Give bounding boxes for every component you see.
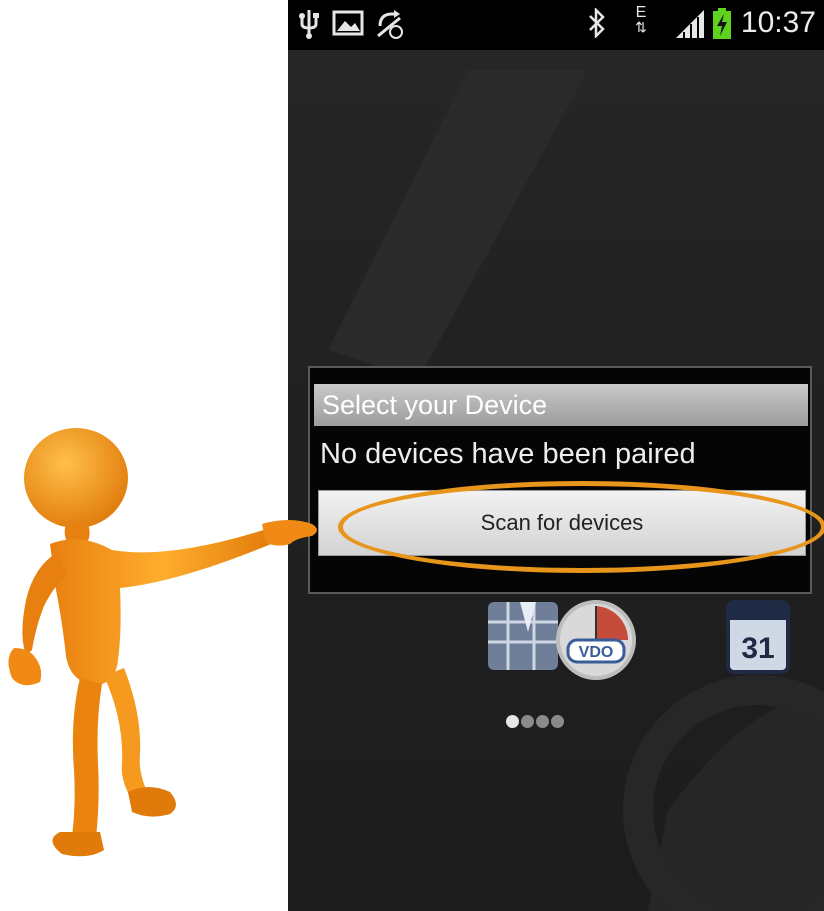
status-bar: E ⇅ 10:37	[288, 0, 824, 50]
dialog-title: Select your Device	[314, 384, 808, 426]
signal-icon	[676, 10, 704, 38]
bluetooth-icon	[589, 8, 605, 38]
network-e-icon: E ⇅	[635, 4, 647, 35]
vdo-label: VDO	[579, 644, 614, 661]
battery-charging-icon	[713, 8, 731, 39]
page-indicator	[506, 715, 566, 733]
page-dot-2[interactable]	[521, 715, 534, 728]
usb-icon	[299, 10, 319, 39]
home-app-icons: VDO 31	[484, 592, 824, 692]
scan-for-devices-button[interactable]: Scan for devices	[318, 490, 806, 556]
status-clock: 10:37	[740, 6, 816, 39]
page-dot-4[interactable]	[551, 715, 564, 728]
pointing-figure-illustration	[8, 428, 317, 857]
dialog-message: No devices have been paired	[320, 438, 696, 470]
vdo-tachograph-icon[interactable]: VDO	[556, 600, 636, 680]
calendar-day-label: 31	[741, 632, 774, 665]
driver-avatar-icon[interactable]	[488, 602, 558, 670]
phone-screen: E ⇅ 10:37 Select your Device No devices h…	[288, 0, 824, 911]
page-dot-1[interactable]	[506, 715, 519, 728]
image-icon	[332, 10, 364, 36]
page-dot-3[interactable]	[536, 715, 549, 728]
select-device-dialog: Select your Device No devices have been …	[308, 366, 812, 594]
calendar-icon[interactable]: 31	[726, 600, 790, 674]
sync-off-icon	[377, 10, 403, 39]
